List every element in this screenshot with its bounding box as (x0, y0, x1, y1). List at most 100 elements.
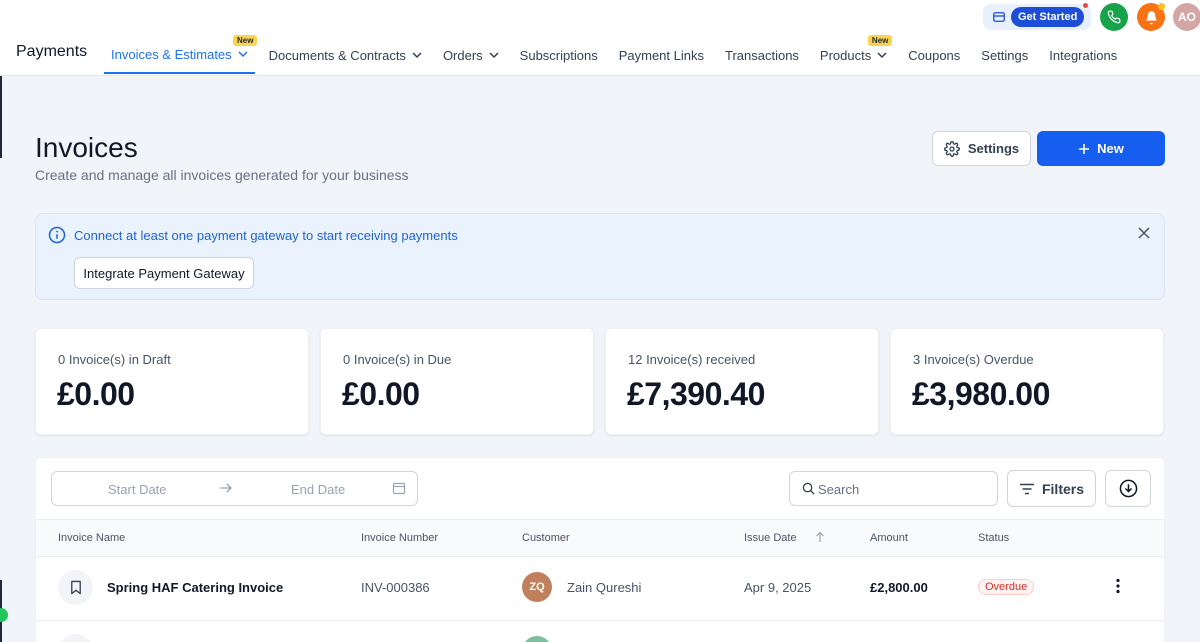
invoice-number: INV-000386 (361, 580, 430, 595)
stat-label: 0 Invoice(s) in Draft (58, 352, 171, 367)
nav-label: Products (819, 47, 872, 63)
filters-label: Filters (1041, 480, 1084, 497)
nav-label: Settings (981, 47, 1029, 63)
invoice-icon-wrap (58, 634, 93, 642)
stat-value: £0.00 (57, 376, 135, 412)
nav-subscriptions[interactable]: Subscriptions (513, 36, 605, 74)
chevron-down-icon (238, 51, 248, 58)
column-header-customer[interactable]: Customer (522, 532, 570, 544)
filter-icon (1019, 483, 1034, 494)
integrate-payment-gateway-button[interactable]: Integrate Payment Gateway (74, 257, 254, 289)
chevron-down-icon (877, 52, 887, 59)
stat-value: £7,390.40 (627, 376, 765, 412)
get-started-button[interactable]: Get Started (1011, 7, 1085, 27)
nav-orders[interactable]: Orders (436, 36, 506, 74)
nav-label: Payment Links (618, 47, 704, 63)
sort-arrow-up-icon[interactable] (815, 531, 825, 543)
stat-card-received: 12 Invoice(s) received £7,390.40 (605, 328, 879, 435)
payment-gateway-alert: Connect at least one payment gateway to … (35, 213, 1165, 300)
new-button-label: New (1097, 141, 1124, 156)
stat-value: £0.00 (342, 376, 420, 412)
nav-transactions[interactable]: Transactions (718, 36, 806, 74)
invoice-icon-wrap (58, 570, 93, 605)
arrow-right-icon (220, 483, 232, 493)
more-options-icon[interactable] (1116, 578, 1120, 594)
nav-integrations[interactable]: Integrations (1042, 36, 1124, 74)
end-date-placeholder: End Date (291, 482, 346, 497)
nav-label: Documents & Contracts (268, 47, 406, 63)
issue-date: Apr 9, 2025 (744, 580, 812, 595)
customer-name: Zain Qureshi (567, 580, 642, 595)
column-header-invoice-name[interactable]: Invoice Name (58, 532, 125, 544)
nav-coupons[interactable]: Coupons (901, 36, 967, 74)
notification-dot (1082, 2, 1089, 9)
info-icon (48, 226, 66, 244)
phone-icon (1107, 10, 1121, 24)
card-icon (993, 12, 1005, 22)
chevron-down-icon (412, 52, 422, 59)
nav-label: Integrations (1049, 47, 1118, 63)
column-header-status[interactable]: Status (978, 532, 1009, 544)
stat-label: 3 Invoice(s) Overdue (913, 352, 1034, 367)
settings-button[interactable]: Settings (932, 131, 1031, 166)
new-badge: New (867, 35, 893, 46)
nav-label: Coupons (908, 47, 961, 63)
column-header-amount[interactable]: Amount (870, 532, 908, 544)
nav-label: Subscriptions (519, 47, 598, 63)
page-subtitle: Create and manage all invoices generated… (35, 167, 409, 183)
nav-documents-contracts[interactable]: Documents & Contracts (262, 36, 429, 74)
search-input[interactable] (818, 480, 988, 498)
nav-label: Transactions (724, 47, 799, 63)
stat-value: £3,980.00 (912, 376, 1050, 412)
main-nav: New Invoices & Estimates Documents & Con… (104, 35, 1131, 74)
column-header-issue-date[interactable]: Issue Date (744, 532, 797, 544)
page-title: Invoices (35, 132, 138, 163)
user-avatar[interactable]: AO (1173, 3, 1200, 31)
stat-card-draft: 0 Invoice(s) in Draft £0.00 (35, 328, 309, 435)
amount: £2,800.00 (870, 580, 928, 595)
plus-icon (1079, 143, 1090, 154)
calendar-icon (392, 482, 406, 495)
nav-invoices-estimates[interactable]: New Invoices & Estimates (104, 35, 258, 74)
customer-avatar (522, 636, 552, 642)
date-range-picker[interactable]: Start Date End Date (51, 471, 418, 506)
notification-dot (1158, 3, 1165, 10)
nav-settings[interactable]: Settings (974, 36, 1035, 74)
stat-card-overdue: 3 Invoice(s) Overdue £3,980.00 (890, 328, 1164, 435)
bell-icon (1145, 10, 1157, 24)
download-button[interactable] (1105, 470, 1151, 507)
customer-avatar: ZQ (522, 572, 552, 602)
alert-message: Connect at least one payment gateway to … (74, 228, 458, 243)
column-header-invoice-number[interactable]: Invoice Number (361, 532, 438, 544)
download-icon (1119, 479, 1137, 498)
stat-card-due: 0 Invoice(s) in Due £0.00 (320, 328, 594, 435)
window-edge (0, 0, 2, 642)
table-row[interactable]: Spring HAF Catering Invoice INV-000386 Z… (36, 557, 1164, 621)
search-box (789, 471, 998, 506)
table-header: Invoice Name Invoice Number Customer Iss… (36, 519, 1164, 557)
filters-button[interactable]: Filters (1007, 470, 1096, 507)
phone-button[interactable] (1100, 3, 1128, 31)
start-date-placeholder: Start Date (108, 482, 167, 497)
status-badge: Overdue (978, 579, 1035, 595)
chevron-down-icon (489, 52, 499, 59)
invoice-name[interactable]: Spring HAF Catering Invoice (107, 580, 283, 595)
settings-button-label: Settings (967, 141, 1020, 156)
stat-label: 0 Invoice(s) in Due (343, 352, 452, 367)
close-icon[interactable] (1138, 227, 1150, 239)
stat-label: 12 Invoice(s) received (628, 352, 756, 367)
app-title: Payments (16, 43, 88, 60)
nav-products[interactable]: New Products (813, 35, 894, 74)
nav-label: Invoices & Estimates (111, 46, 232, 62)
nav-label: Orders (442, 47, 483, 63)
new-invoice-button[interactable]: New (1037, 131, 1165, 166)
nav-payment-links[interactable]: Payment Links (612, 36, 711, 74)
status-dot (0, 608, 8, 622)
search-icon (802, 482, 815, 495)
get-started-widget[interactable]: Get Started (983, 2, 1091, 30)
invoices-table-panel: Start Date End Date Filters Invoice Name… (35, 457, 1165, 642)
notifications-button[interactable] (1137, 3, 1165, 31)
top-navigation-bar: Payments New Invoices & Estimates Docume… (0, 0, 1200, 76)
new-badge: New (233, 35, 258, 46)
gear-icon (943, 140, 960, 157)
